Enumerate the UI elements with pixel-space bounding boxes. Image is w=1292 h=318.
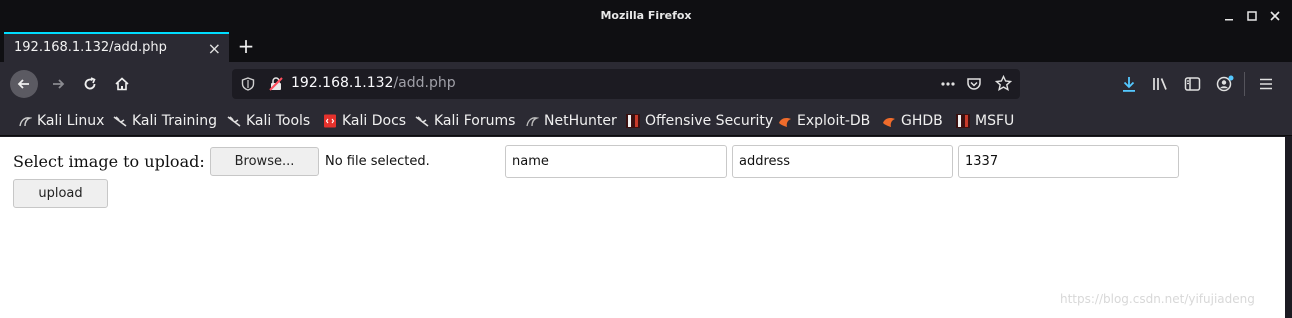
number-input[interactable]: 1337 (958, 145, 1179, 178)
sidebar-icon[interactable] (1184, 76, 1201, 92)
forward-button[interactable] (44, 70, 72, 98)
tab-close-icon[interactable]: × (208, 39, 221, 58)
reload-button[interactable] (76, 70, 104, 98)
bookmark-label: Offensive Security (645, 113, 774, 129)
library-icon[interactable] (1152, 76, 1170, 92)
downloads-icon[interactable] (1121, 76, 1137, 93)
tab-title: 192.168.1.132/add.php (14, 40, 167, 55)
bookmark-label: MSFU (975, 113, 1015, 129)
bookmark-kali-docs[interactable]: Kali Docs (323, 111, 406, 131)
exploitdb-icon (779, 118, 791, 127)
bookmark-label: NetHunter (544, 113, 617, 129)
bookmark-offensive-security[interactable]: Offensive Security (626, 111, 773, 131)
bookmark-nethunter[interactable]: NetHunter (525, 111, 617, 131)
tab-strip: 192.168.1.132/add.php × + (0, 32, 1292, 62)
bookmark-label: Exploit-DB (797, 113, 871, 129)
menu-icon[interactable] (1258, 76, 1274, 92)
kali-dragon-icon (19, 117, 32, 127)
address-bar[interactable]: 192.168.1.132/add.php (232, 69, 1020, 99)
name-input[interactable]: name (505, 145, 727, 178)
insecure-lock-icon[interactable] (268, 76, 284, 92)
tab-active[interactable]: 192.168.1.132/add.php × (4, 32, 229, 62)
new-tab-button[interactable]: + (236, 35, 256, 57)
address-input[interactable]: address (732, 145, 953, 178)
minimize-icon[interactable] (1221, 8, 1237, 24)
page-actions-icon[interactable] (940, 77, 956, 91)
offsec-icon (956, 114, 970, 128)
home-icon (115, 77, 129, 91)
reload-icon (84, 77, 96, 90)
bookmark-kali-forums[interactable]: Kali Forums (415, 111, 515, 131)
bookmark-ghdb[interactable]: GHDB (882, 111, 943, 131)
bookmark-exploit-db[interactable]: Exploit-DB (778, 111, 870, 131)
url-path: /add.php (393, 75, 456, 91)
exploitdb-icon (883, 118, 895, 127)
toolbar-separator (1244, 72, 1245, 96)
pocket-icon[interactable] (966, 76, 982, 92)
account-icon[interactable] (1216, 75, 1236, 93)
back-button[interactable] (10, 70, 38, 98)
window-edge (1285, 137, 1292, 318)
firefox-window: Mozilla Firefox 192.168.1.132/add.php × … (0, 0, 1292, 318)
bookmark-msfu[interactable]: MSFU (956, 111, 1014, 131)
page-content: Select image to upload: Browse... No fil… (0, 137, 1285, 318)
title-bar: Mozilla Firefox (0, 0, 1292, 32)
watermark: https://blog.csdn.net/yifujiadeng (1060, 292, 1255, 306)
url-host: 192.168.1.132 (291, 75, 394, 91)
browse-button[interactable]: Browse... (210, 147, 319, 176)
file-status: No file selected. (325, 154, 430, 169)
tracking-shield-icon[interactable] (241, 77, 255, 91)
nethunter-icon (526, 117, 539, 127)
bookmark-label: Kali Forums (434, 113, 516, 129)
close-icon[interactable] (1267, 8, 1283, 24)
window-title: Mozilla Firefox (600, 9, 692, 22)
url-text[interactable]: 192.168.1.132/add.php (291, 75, 456, 91)
forward-arrow-icon (53, 79, 65, 89)
bookmarks-toolbar: Kali Linux Kali Training Kali Tools Kali… (0, 106, 1292, 136)
upload-button[interactable]: upload (13, 179, 108, 208)
kali-dragon-icon (227, 116, 241, 127)
maximize-icon[interactable] (1244, 8, 1260, 24)
kali-docs-icon (324, 114, 336, 128)
upload-label: Select image to upload: (13, 152, 205, 171)
bookmark-label: Kali Tools (246, 113, 311, 129)
bookmark-label: GHDB (901, 113, 943, 129)
home-button[interactable] (108, 70, 136, 98)
bookmark-label: Kali Linux (37, 113, 105, 129)
bookmark-kali-training[interactable]: Kali Training (113, 111, 217, 131)
bookmark-kali-linux[interactable]: Kali Linux (18, 111, 104, 131)
kali-dragon-icon (113, 116, 127, 127)
back-arrow-icon (17, 79, 29, 89)
bookmark-kali-tools[interactable]: Kali Tools (227, 111, 310, 131)
kali-dragon-icon (415, 116, 429, 127)
bookmark-star-icon[interactable] (995, 75, 1012, 92)
offsec-icon (626, 114, 640, 128)
bookmark-label: Kali Training (132, 113, 217, 129)
navigation-bar: 192.168.1.132/add.php (0, 62, 1292, 106)
bookmark-label: Kali Docs (342, 113, 407, 129)
